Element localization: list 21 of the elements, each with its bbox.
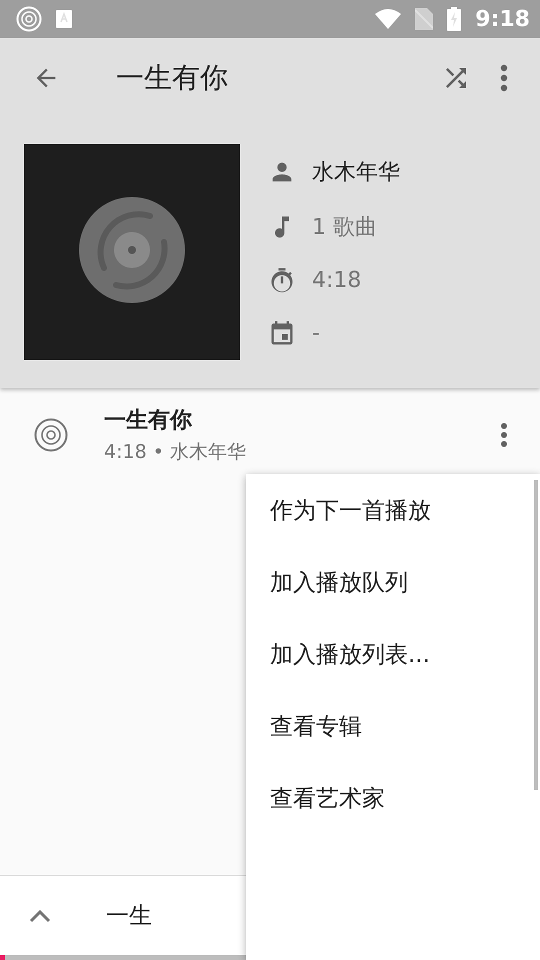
menu-item[interactable]: 加入播放队列 — [246, 546, 540, 618]
toolbar-title: 一生有你 — [116, 60, 229, 96]
duration: 4:18 — [312, 268, 362, 293]
release-year: - — [312, 321, 320, 346]
wifi-icon — [375, 9, 402, 29]
disc-icon — [16, 6, 42, 32]
menu-item[interactable]: 查看艺术家 — [246, 762, 540, 834]
menu-item[interactable]: 查看专辑 — [246, 690, 540, 762]
now-playing-title: 一生 — [106, 902, 152, 931]
status-time: 9:18 — [475, 6, 530, 32]
song-count: 1 歌曲 — [312, 214, 377, 242]
menu-item[interactable]: 加入播放列表... — [246, 618, 540, 690]
keyboard-icon — [56, 10, 72, 28]
battery-charging-icon — [447, 7, 462, 31]
chevron-up-icon[interactable] — [28, 908, 52, 924]
no-sim-icon — [415, 8, 434, 30]
song-subtitle: 4:18 • 水木年华 — [104, 440, 247, 465]
disc-icon — [34, 418, 68, 452]
menu-item[interactable]: 作为下一首播放 — [246, 474, 540, 546]
artist-name: 水木年华 — [312, 158, 400, 186]
song-title: 一生有你 — [104, 407, 193, 435]
